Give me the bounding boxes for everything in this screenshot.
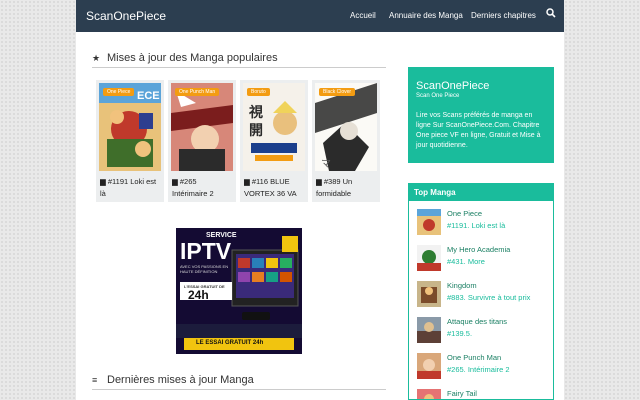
- navbar: ScanOnePiece Accueil Annuaire des Manga …: [76, 0, 564, 32]
- latest-section-title: ≡ Dernières mises à jour Manga: [92, 374, 386, 390]
- search-icon[interactable]: [546, 8, 556, 18]
- top-chapter[interactable]: #883. Survivre à tout prix: [447, 293, 530, 302]
- svg-text:視: 視: [248, 104, 263, 121]
- book-icon: ▆: [100, 177, 106, 186]
- top-item-attaque-des-titans[interactable]: Attaque des titans #139.5.: [417, 315, 549, 345]
- top-chapter[interactable]: #139.5.: [447, 329, 472, 338]
- cover-one-piece[interactable]: ECE One Piece: [99, 83, 161, 171]
- top-chapter[interactable]: #1191. Loki est là: [447, 221, 505, 230]
- top-item-fairy-tail[interactable]: Fairy Tail: [417, 387, 549, 399]
- cover-one-punch-man[interactable]: One Punch Man: [171, 83, 233, 171]
- book-icon: ▆: [316, 177, 322, 186]
- top-name[interactable]: One Punch Man: [447, 353, 501, 362]
- cover-black-clover[interactable]: マ Black Clover: [315, 83, 377, 171]
- top-chapter[interactable]: #265. Intérimaire 2: [447, 365, 510, 374]
- iptv-ad-banner[interactable]: SERVICE IPTV AVEC VOS PASSIONS EN HAUTE …: [176, 228, 302, 354]
- thumb-fairy-tail: [417, 389, 441, 399]
- thumb-attaque-des-titans: [417, 317, 441, 343]
- ad-subtitle: AVEC VOS PASSIONS EN HAUTE DÉFINITION: [180, 264, 229, 274]
- thumb-one-piece: [417, 209, 441, 235]
- top-chapter[interactable]: #431. More: [447, 257, 485, 266]
- cover-boruto[interactable]: 視 開 Boruto: [243, 83, 305, 171]
- manga-card-boruto[interactable]: 視 開 Boruto ▆ #116 BLUE VORTEX 36 VA: [240, 80, 308, 202]
- nav-accueil[interactable]: Accueil: [350, 11, 376, 20]
- top-item-one-piece[interactable]: One Piece #1191. Loki est là: [417, 207, 549, 237]
- book-icon: ▆: [172, 177, 178, 186]
- caption-boruto[interactable]: ▆ #116 BLUE VORTEX 36 VA: [244, 176, 306, 200]
- star-icon: ★: [92, 53, 101, 63]
- top-item-one-punch-man[interactable]: One Punch Man #265. Intérimaire 2: [417, 351, 549, 381]
- ad-cta: LE ESSAI GRATUIT 24h: [196, 340, 264, 346]
- caption-one-punch-man[interactable]: ▆ #265 Intérimaire 2: [172, 176, 234, 200]
- manga-card-black-clover[interactable]: マ Black Clover ▆ #389 Un formidable: [312, 80, 380, 202]
- content: ★ Mises à jour des Manga populaires ECE O…: [76, 32, 564, 400]
- manga-card-one-piece[interactable]: ECE One Piece ▆ #1191 Loki est là: [96, 80, 164, 202]
- thumb-one-punch-man: [417, 353, 441, 379]
- top-manga-list: One Piece #1191. Loki est là My Hero Aca…: [408, 201, 554, 400]
- caption-black-clover[interactable]: ▆ #389 Un formidable: [316, 176, 378, 200]
- svg-text:マ: マ: [321, 159, 331, 170]
- top-item-kingdom[interactable]: Kingdom #883. Survivre à tout prix: [417, 279, 549, 309]
- tag-one-punch-man: One Punch Man: [175, 88, 220, 96]
- book-icon: ▆: [244, 177, 250, 186]
- manga-card-one-punch-man[interactable]: One Punch Man ▆ #265 Intérimaire 2: [168, 80, 236, 202]
- nav-annuaire[interactable]: Annuaire des Manga: [389, 11, 463, 20]
- thumb-my-hero-academia: [417, 245, 441, 271]
- ad-hours: 24h: [188, 288, 209, 302]
- caption-one-piece[interactable]: ▆ #1191 Loki est là: [100, 176, 162, 200]
- list-icon: ≡: [92, 375, 98, 385]
- top-item-my-hero-academia[interactable]: My Hero Academia #431. More: [417, 243, 549, 273]
- sidebar-subtitle: Scan One Piece: [416, 93, 460, 99]
- svg-text:ECE: ECE: [137, 90, 160, 102]
- sidebar-title: ScanOnePiece: [416, 80, 490, 92]
- tag-one-piece: One Piece: [103, 88, 135, 96]
- top-name[interactable]: Kingdom: [447, 281, 477, 290]
- top-name[interactable]: Fairy Tail: [447, 389, 477, 398]
- top-manga-header: Top Manga: [408, 183, 554, 201]
- tag-black-clover: Black Clover: [319, 88, 356, 96]
- brand-link[interactable]: ScanOnePiece: [86, 9, 166, 23]
- tag-boruto: Boruto: [247, 88, 270, 96]
- popular-section-title: ★ Mises à jour des Manga populaires: [92, 52, 386, 68]
- sidebar-description: Lire vos Scans préférés de manga en lign…: [416, 112, 541, 149]
- ad-iptv-text: IPTV: [180, 238, 232, 264]
- svg-text:開: 開: [249, 123, 263, 139]
- top-name[interactable]: Attaque des titans: [447, 317, 507, 326]
- nav-derniers-chapitres[interactable]: Derniers chapitres: [471, 11, 536, 20]
- top-name[interactable]: My Hero Academia: [447, 245, 510, 254]
- top-name[interactable]: One Piece: [447, 209, 482, 218]
- sidebar-about: ScanOnePiece Scan One Piece Lire vos Sca…: [408, 67, 554, 163]
- thumb-kingdom: [417, 281, 441, 307]
